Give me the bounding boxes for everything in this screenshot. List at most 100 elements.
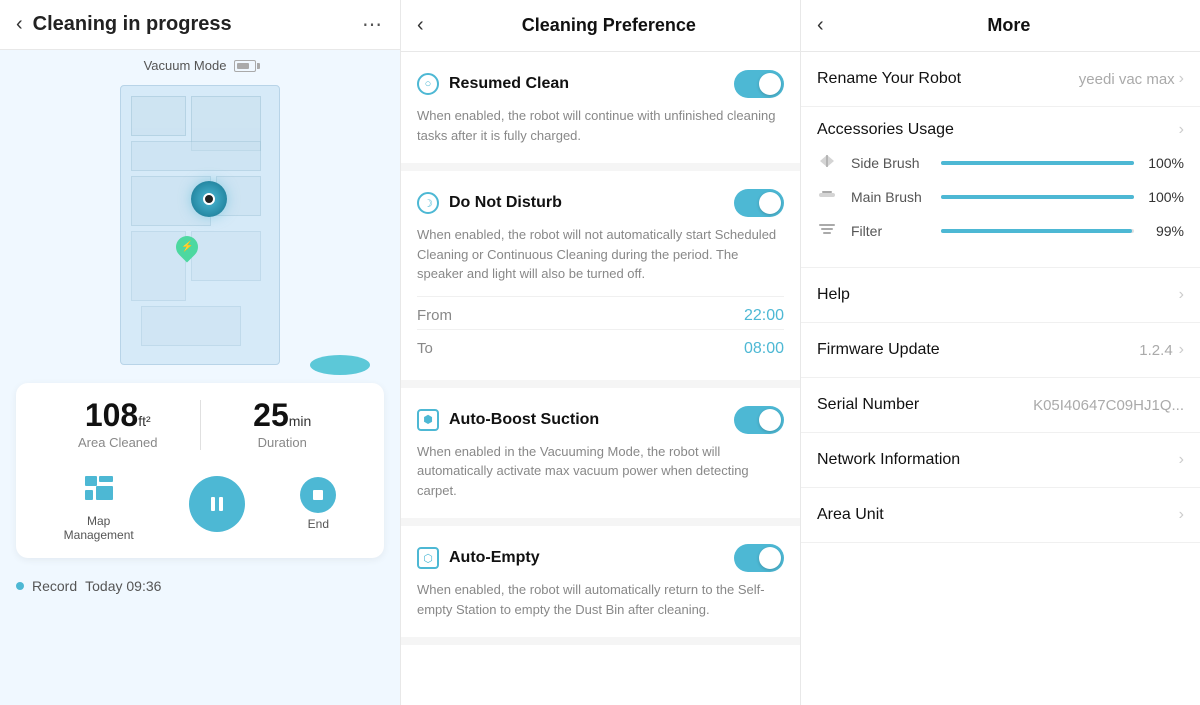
do-not-disturb-icon: ☽ [417, 192, 439, 214]
area-value: 108 [85, 397, 138, 433]
rename-item[interactable]: Rename Your Robot yeedi vac max › [801, 52, 1200, 107]
more-back-button[interactable]: ‹ [817, 14, 824, 37]
preference-scroll: ○ Resumed Clean When enabled, the robot … [401, 52, 800, 705]
area-unit-chevron-icon: › [1179, 506, 1184, 524]
to-value[interactable]: 08:00 [744, 340, 784, 358]
side-brush-row: Side Brush 100% [817, 151, 1184, 175]
side-brush-icon [817, 151, 841, 175]
firmware-chevron-icon: › [1179, 341, 1184, 359]
map-view[interactable] [120, 85, 280, 365]
auto-boost-toggle[interactable] [734, 406, 784, 434]
auto-boost-desc: When enabled in the Vacuuming Mode, the … [417, 442, 784, 501]
more-title: More [834, 15, 1184, 36]
resumed-clean-section: ○ Resumed Clean When enabled, the robot … [401, 52, 800, 171]
preference-panel: ‹ Cleaning Preference ○ Resumed Clean Wh… [400, 0, 800, 705]
side-brush-bar-wrap [941, 161, 1134, 165]
record-time: Today 09:36 [85, 578, 161, 594]
filter-row: Filter 99% [817, 219, 1184, 243]
area-unit-label: Area Unit [817, 506, 884, 524]
cleaning-panel: ‹ Cleaning in progress ⋯ Vacuum Mode [0, 0, 400, 705]
area-stat: 108ft² Area Cleaned [36, 399, 200, 450]
vacuum-mode-label: Vacuum Mode [144, 58, 227, 73]
from-label: From [417, 307, 452, 324]
map-management-label: MapManagement [64, 514, 134, 542]
record-dot [16, 582, 24, 590]
help-chevron-icon: › [1179, 286, 1184, 304]
record-label: Record [32, 578, 77, 594]
preference-header: ‹ Cleaning Preference [401, 0, 800, 52]
robot-indicator [191, 181, 227, 217]
more-dots-button[interactable]: ⋯ [362, 12, 384, 37]
serial-item: Serial Number K05I40647C09HJ1Q... [801, 378, 1200, 433]
page-title: Cleaning in progress [33, 13, 362, 36]
area-label: Area Cleaned [36, 435, 200, 450]
firmware-value: 1.2.4 [1139, 342, 1172, 359]
from-value[interactable]: 22:00 [744, 307, 784, 325]
auto-empty-section: ⬡ Auto-Empty When enabled, the robot wil… [401, 526, 800, 645]
do-not-disturb-title: Do Not Disturb [449, 194, 562, 212]
filter-pct: 99% [1146, 223, 1184, 239]
side-brush-name: Side Brush [851, 155, 941, 171]
duration-unit: min [289, 413, 312, 429]
auto-boost-section: ⬢ Auto-Boost Suction When enabled in the… [401, 388, 800, 527]
firmware-item[interactable]: Firmware Update 1.2.4 › [801, 323, 1200, 378]
duration-stat: 25min Duration [201, 399, 365, 450]
rename-chevron-icon: › [1179, 70, 1184, 88]
help-label: Help [817, 286, 850, 304]
network-chevron-icon: › [1179, 451, 1184, 469]
back-button[interactable]: ‹ [16, 13, 23, 36]
do-not-disturb-section: ☽ Do Not Disturb When enabled, the robot… [401, 171, 800, 388]
help-item[interactable]: Help › [801, 268, 1200, 323]
area-unit: ft² [138, 413, 150, 429]
resumed-clean-toggle[interactable] [734, 70, 784, 98]
do-not-disturb-desc: When enabled, the robot will not automat… [417, 225, 784, 284]
to-label: To [417, 340, 433, 357]
filter-bar [941, 229, 1132, 233]
duration-label: Duration [201, 435, 365, 450]
more-header: ‹ More [801, 0, 1200, 52]
resumed-clean-icon: ○ [417, 73, 439, 95]
main-brush-pct: 100% [1146, 189, 1184, 205]
resumed-clean-desc: When enabled, the robot will continue wi… [417, 106, 784, 145]
side-brush-pct: 100% [1146, 155, 1184, 171]
side-brush-bar [941, 161, 1134, 165]
auto-empty-icon: ⬡ [417, 547, 439, 569]
filter-icon [817, 219, 841, 243]
battery-icon [234, 60, 256, 72]
auto-empty-title: Auto-Empty [449, 549, 540, 567]
accessories-section: Accessories Usage › Side Brush 100% [801, 107, 1200, 268]
cleaning-header: ‹ Cleaning in progress ⋯ [0, 0, 400, 50]
to-time-row: To 08:00 [417, 330, 784, 362]
map-icon [77, 466, 121, 510]
serial-value: K05I40647C09HJ1Q... [1033, 397, 1184, 414]
pause-button[interactable] [189, 476, 245, 532]
pause-icon [189, 476, 245, 532]
network-label: Network Information [817, 451, 960, 469]
end-button[interactable]: End [300, 477, 336, 531]
preference-back-button[interactable]: ‹ [417, 14, 424, 37]
network-item[interactable]: Network Information › [801, 433, 1200, 488]
vacuum-mode-bar: Vacuum Mode [0, 50, 400, 77]
main-brush-bar [941, 195, 1134, 199]
map-management-button[interactable]: MapManagement [64, 466, 134, 542]
more-list: Rename Your Robot yeedi vac max › Access… [801, 52, 1200, 705]
main-brush-row: Main Brush 100% [817, 185, 1184, 209]
record-bar: Record Today 09:36 [0, 568, 400, 604]
robot-base [310, 355, 370, 375]
area-unit-item[interactable]: Area Unit › [801, 488, 1200, 543]
do-not-disturb-toggle[interactable] [734, 189, 784, 217]
from-time-row: From 22:00 [417, 297, 784, 329]
main-brush-name: Main Brush [851, 189, 941, 205]
main-brush-bar-wrap [941, 195, 1134, 199]
resumed-clean-title: Resumed Clean [449, 75, 569, 93]
main-brush-icon [817, 185, 841, 209]
firmware-label: Firmware Update [817, 341, 940, 359]
stats-card: 108ft² Area Cleaned 25min Duration [16, 383, 384, 558]
serial-label: Serial Number [817, 396, 919, 414]
duration-value: 25 [253, 397, 289, 433]
filter-bar-wrap [941, 229, 1134, 233]
rename-label: Rename Your Robot [817, 70, 961, 88]
preference-title: Cleaning Preference [434, 15, 784, 36]
auto-empty-toggle[interactable] [734, 544, 784, 572]
end-label: End [308, 517, 329, 531]
